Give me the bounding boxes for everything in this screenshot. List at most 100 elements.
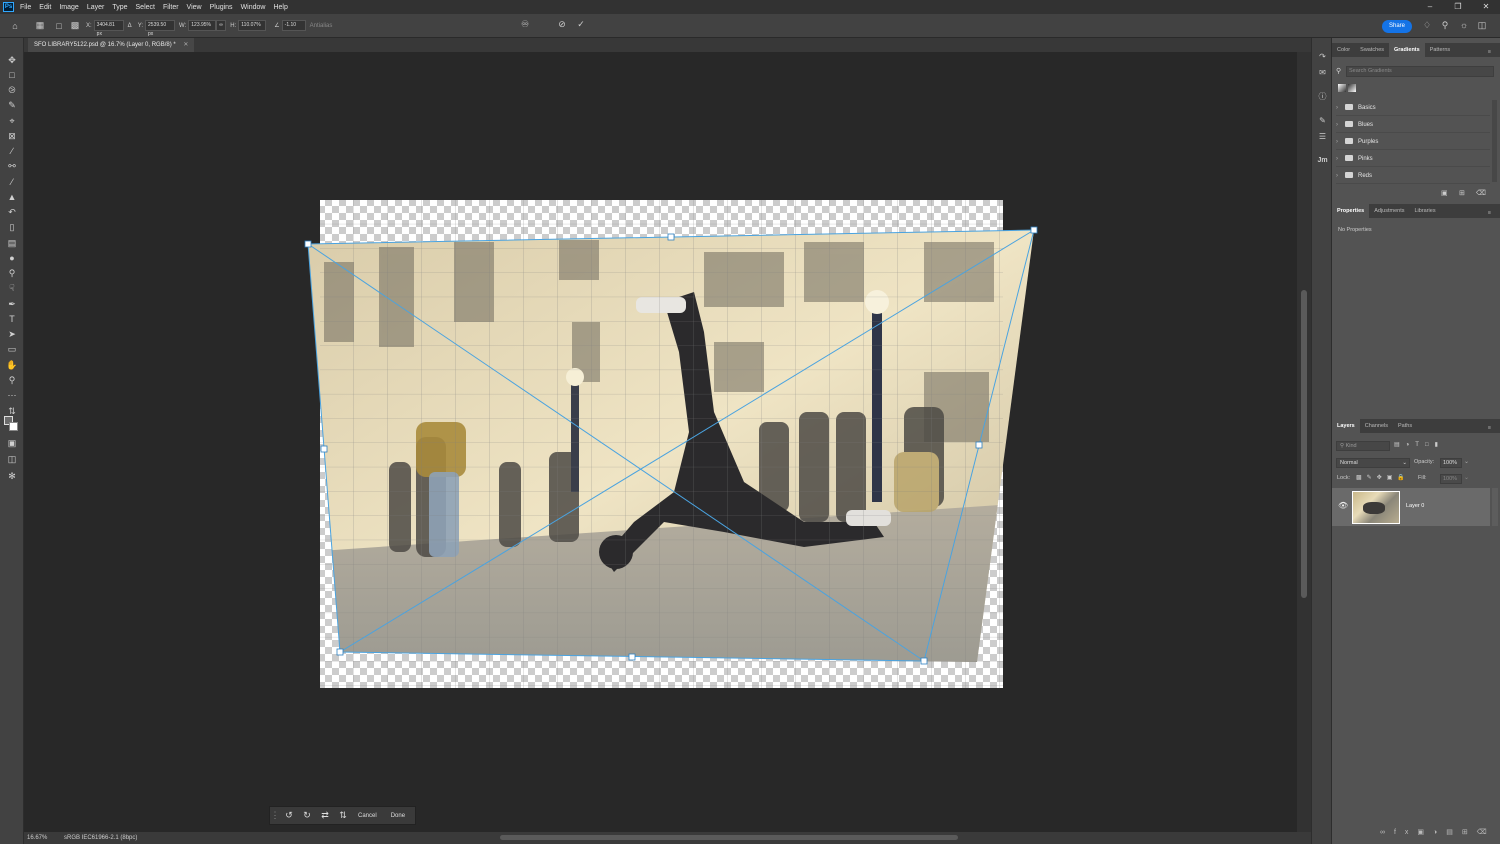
gradient-folder-basics[interactable]: › Basics: [1336, 100, 1490, 116]
menu-help[interactable]: Help: [273, 4, 287, 11]
info-panel-icon[interactable]: ⓘ: [1315, 91, 1330, 103]
quick-select-tool-icon[interactable]: ✎: [4, 99, 20, 111]
vertical-scroll-thumb[interactable]: [1301, 290, 1307, 598]
close-icon[interactable]: ✕: [1472, 0, 1500, 14]
eraser-tool-icon[interactable]: ▯: [4, 221, 20, 233]
layer-filter-icons[interactable]: ▤◑T□▮: [1394, 441, 1444, 448]
menu-view[interactable]: View: [187, 4, 202, 11]
rotation-field[interactable]: -1.10: [281, 20, 306, 31]
eye-icon[interactable]: 👁: [1338, 501, 1348, 510]
done-button[interactable]: Done: [391, 813, 405, 819]
tab-patterns[interactable]: Patterns: [1425, 43, 1455, 57]
interpolation-label[interactable]: Antialias: [310, 23, 333, 29]
vertical-scrollbar[interactable]: [1297, 52, 1311, 832]
panel-menu-icon[interactable]: ≡: [1483, 421, 1496, 435]
home-icon[interactable]: ⌂: [0, 21, 30, 31]
history-panel-icon[interactable]: ↷: [1315, 51, 1330, 63]
x-position-field[interactable]: 3404.81 px: [93, 20, 124, 37]
zoom-tool-icon[interactable]: ⚲: [4, 374, 20, 386]
gradient-view-icon[interactable]: [1338, 84, 1346, 92]
healing-brush-tool-icon[interactable]: ⚯: [4, 160, 20, 172]
link-icon[interactable]: ∞: [216, 20, 227, 31]
delete-gradient-icon[interactable]: ⌫: [1476, 189, 1486, 197]
gradient-folder-purples[interactable]: › Purples: [1336, 134, 1490, 150]
menu-layer[interactable]: Layer: [87, 4, 105, 11]
pen-tool-icon[interactable]: ✒: [4, 298, 20, 310]
chevron-down-icon[interactable]: ⌄: [1464, 458, 1469, 465]
user-initials[interactable]: Jm: [1315, 155, 1330, 167]
marquee-tool-icon[interactable]: □: [4, 69, 20, 81]
tab-adjustments[interactable]: Adjustments: [1369, 204, 1409, 218]
layers-footer-icons[interactable]: ∞fx▣◑▤⊞⌫: [1380, 828, 1496, 836]
opacity-field[interactable]: 100%: [1440, 458, 1462, 468]
bell-icon[interactable]: ♢: [1421, 20, 1433, 31]
layer-row[interactable]: 👁 Layer 0: [1332, 488, 1490, 526]
history-brush-tool-icon[interactable]: ↶: [4, 206, 20, 218]
transform-preset-icon[interactable]: ▦: [30, 20, 50, 31]
flip-horizontal-icon[interactable]: ⇄: [316, 810, 334, 821]
crop-tool-icon[interactable]: ⌖: [4, 115, 20, 127]
reference-point-toggle-icon[interactable]: □: [50, 21, 68, 31]
generative-tool-icon[interactable]: ✻: [4, 470, 20, 482]
tab-layers[interactable]: Layers: [1332, 419, 1360, 433]
canvas-area[interactable]: [24, 52, 1297, 832]
warp-mode-icon[interactable]: ♾: [519, 19, 531, 30]
gradient-search-input[interactable]: Search Gradients: [1346, 66, 1494, 77]
brush-settings-icon[interactable]: ✎: [1315, 115, 1330, 127]
cancel-transform-icon[interactable]: ⊘: [556, 19, 568, 30]
menu-file[interactable]: File: [20, 4, 31, 11]
share-button[interactable]: Share: [1382, 20, 1412, 33]
reference-point-grid-icon[interactable]: ▩: [68, 20, 82, 31]
move-tool-icon[interactable]: ✥: [4, 54, 20, 66]
quick-mask-icon[interactable]: ▣: [4, 437, 20, 449]
width-field[interactable]: 123.95%: [188, 20, 217, 31]
discover-icon[interactable]: ☼: [1458, 20, 1470, 30]
drag-handle-icon[interactable]: ⋮: [270, 810, 280, 821]
restore-icon[interactable]: ❐: [1444, 0, 1472, 14]
gradient-tool-icon[interactable]: ▤: [4, 237, 20, 249]
document-canvas[interactable]: [24, 52, 1297, 832]
panel-menu-icon[interactable]: ≡: [1483, 45, 1496, 59]
frame-tool-icon[interactable]: ⊠: [4, 130, 20, 142]
commit-transform-icon[interactable]: ✓: [575, 19, 587, 30]
menu-type[interactable]: Type: [112, 4, 127, 11]
tab-color[interactable]: Color: [1332, 43, 1355, 57]
layer-name[interactable]: Layer 0: [1406, 503, 1424, 509]
blend-mode-select[interactable]: Normal ⌄: [1336, 458, 1410, 468]
layer-filter-kind[interactable]: ⚲ Kind: [1336, 441, 1390, 451]
tab-swatches[interactable]: Swatches: [1355, 43, 1389, 57]
gradient-folder-reds[interactable]: › Reds: [1336, 168, 1490, 184]
horizontal-scroll-thumb[interactable]: [500, 835, 958, 840]
background-color-swatch[interactable]: [9, 422, 18, 431]
more-tools-icon[interactable]: ⋯: [4, 389, 20, 401]
cancel-button[interactable]: Cancel: [358, 813, 377, 819]
screen-mode-icon[interactable]: ◫: [4, 453, 20, 465]
eyedropper-tool-icon[interactable]: ∕: [4, 145, 20, 157]
search-icon[interactable]: ⚲: [1439, 20, 1451, 31]
menu-edit[interactable]: Edit: [39, 4, 51, 11]
rotate-ccw-icon[interactable]: ↺: [280, 810, 298, 821]
path-select-tool-icon[interactable]: ➤: [4, 328, 20, 340]
tab-gradients[interactable]: Gradients: [1389, 43, 1425, 57]
zoom-level[interactable]: 16.67%: [27, 832, 47, 844]
gradient-list-scrollbar[interactable]: [1492, 100, 1497, 182]
hand-tool-icon[interactable]: ✋: [4, 359, 20, 371]
chevron-down-icon[interactable]: ⌄: [1464, 474, 1469, 481]
tab-paths[interactable]: Paths: [1393, 419, 1417, 433]
type-tool-icon[interactable]: T: [4, 313, 20, 325]
comments-panel-icon[interactable]: ✉: [1315, 67, 1330, 79]
height-field[interactable]: 110.07%: [238, 20, 267, 31]
adjustments-icon[interactable]: ☰: [1315, 131, 1330, 143]
gradient-folder-blues[interactable]: › Blues: [1336, 117, 1490, 133]
dodge-tool-icon[interactable]: ⚲: [4, 267, 20, 279]
tab-channels[interactable]: Channels: [1360, 419, 1393, 433]
clone-stamp-tool-icon[interactable]: ▲: [4, 191, 20, 203]
panel-menu-icon[interactable]: ≡: [1483, 206, 1496, 220]
y-position-field[interactable]: 2539.50 px: [145, 20, 176, 37]
menu-plugins[interactable]: Plugins: [210, 4, 233, 11]
minimize-icon[interactable]: –: [1416, 0, 1444, 14]
rectangle-tool-icon[interactable]: ▭: [4, 343, 20, 355]
new-gradient-icon[interactable]: ⊞: [1459, 189, 1465, 197]
tab-libraries[interactable]: Libraries: [1409, 204, 1440, 218]
menu-filter[interactable]: Filter: [163, 4, 179, 11]
